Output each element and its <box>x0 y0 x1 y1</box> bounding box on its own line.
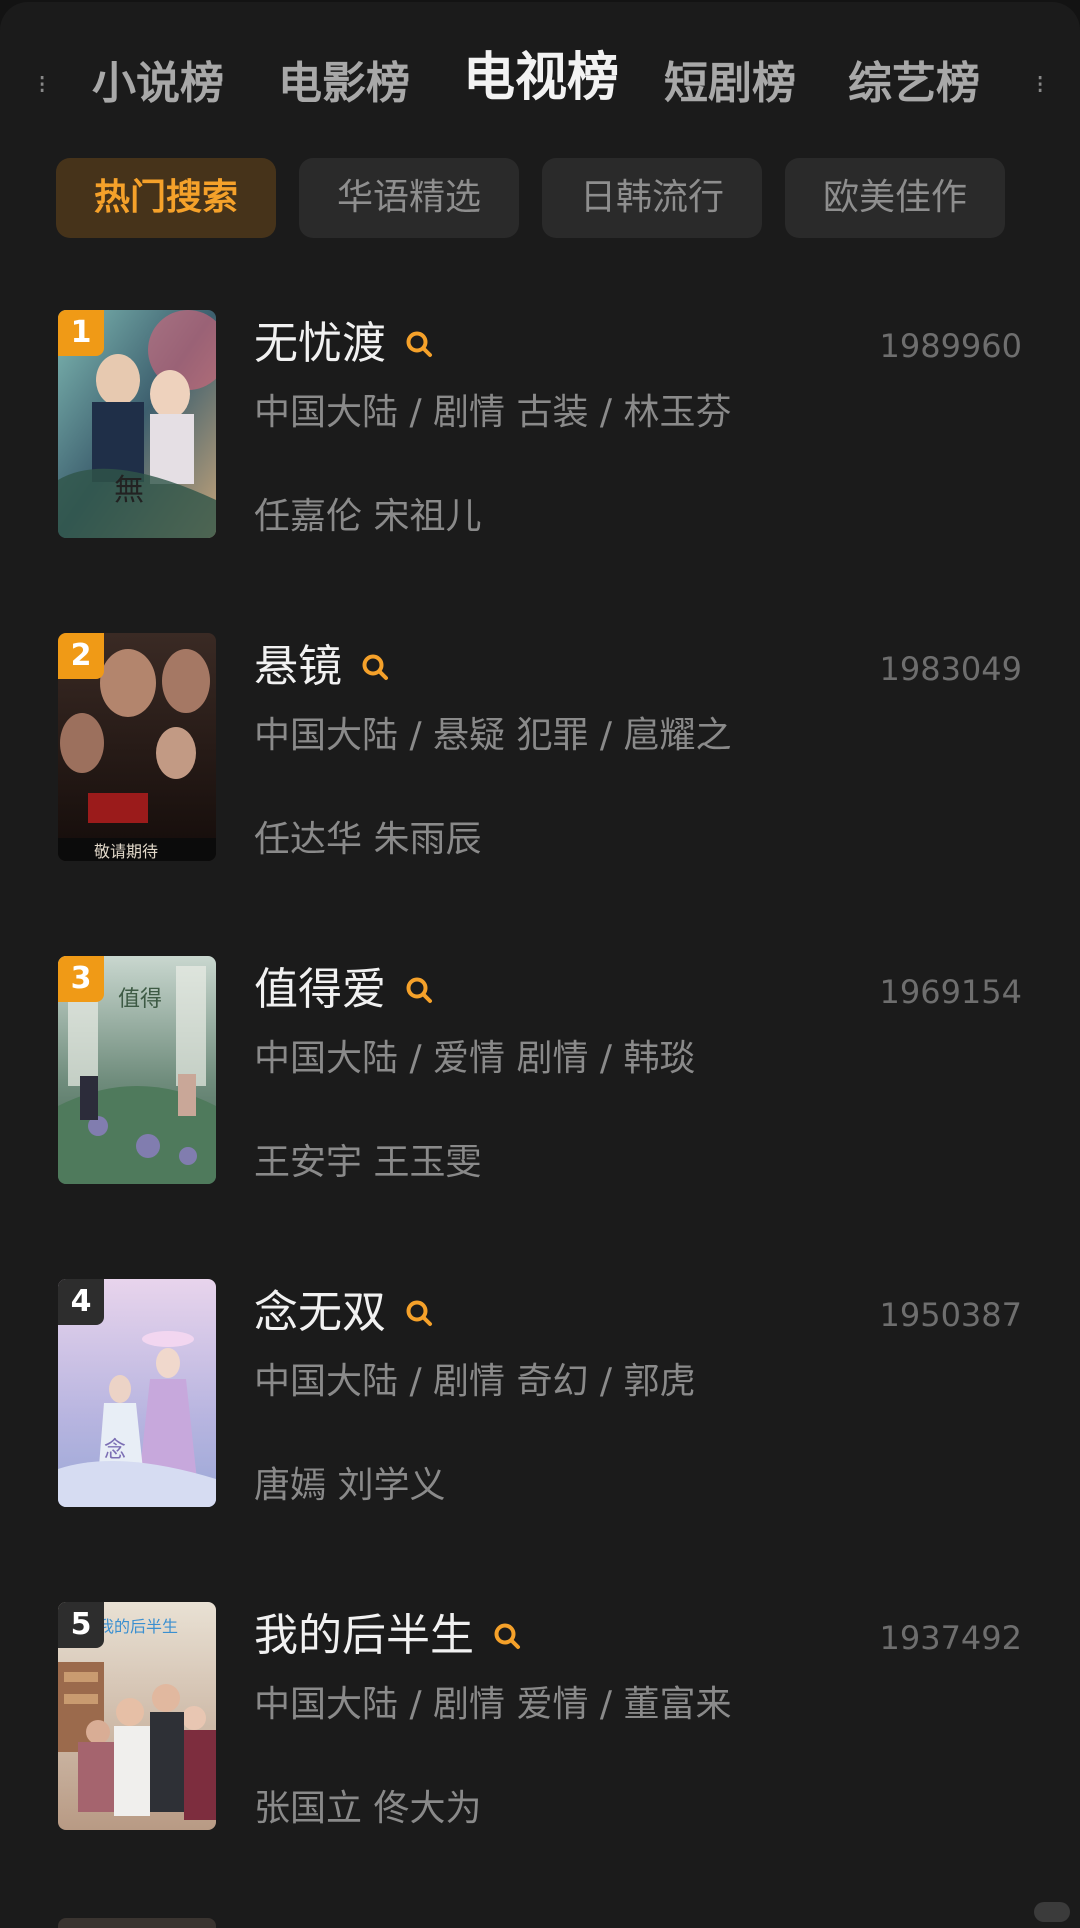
scroll-edge-right: ⁝ <box>1036 70 1045 100</box>
item-title[interactable]: 我的后半生 <box>254 1606 474 1666</box>
title-row: 悬镜 <box>254 637 390 697</box>
item-meta: 中国大陆 / 爱情 剧情 / 韩琰 <box>254 1038 696 1079</box>
poster-image[interactable]: 敬请期待 2 <box>58 633 216 861</box>
title-row: 念无双 <box>254 1283 434 1343</box>
filter-chips: 热门搜索 华语精选 日韩流行 欧美佳作 <box>0 158 1080 240</box>
poster-image[interactable]: 念 4 <box>58 1279 216 1507</box>
rank-badge: 2 <box>58 633 104 679</box>
tab-short-drama-ranking[interactable]: 短剧榜 <box>664 54 796 114</box>
title-row: 值得爱 <box>254 960 434 1020</box>
svg-text:無: 無 <box>114 473 144 508</box>
chip-hot-search[interactable]: 热门搜索 <box>56 158 276 238</box>
category-tabs: ⁝ 小说榜 电影榜 电视榜 短剧榜 综艺榜 ⁝ <box>0 42 1080 132</box>
svg-text:我的后半生: 我的后半生 <box>98 1617 178 1636</box>
tab-variety-ranking[interactable]: 综艺榜 <box>848 54 980 114</box>
list-item[interactable]: 敬请期待 2 悬镜 1983049 中国大陆 / 悬疑 犯罪 / 扈耀之 任达华… <box>0 633 1080 873</box>
item-cast: 王安宇 王玉雯 <box>254 1142 482 1183</box>
item-cast: 唐嫣 刘学义 <box>254 1465 446 1506</box>
search-score: 1989960 <box>879 327 1022 365</box>
search-icon[interactable] <box>404 329 434 359</box>
poster-image[interactable]: 無 1 <box>58 310 216 538</box>
search-score: 1969154 <box>879 973 1022 1011</box>
scroll-edge-left: ⁝ <box>38 70 47 100</box>
item-cast: 任嘉伦 宋祖儿 <box>254 496 482 537</box>
rank-badge: 3 <box>58 956 104 1002</box>
search-icon[interactable] <box>404 1298 434 1328</box>
item-cast: 张国立 佟大为 <box>254 1788 482 1829</box>
list-item[interactable]: 值得 3 值得爱 1969154 中国大陆 / 爱情 剧情 / 韩琰 王安宇 王… <box>0 956 1080 1196</box>
search-icon[interactable] <box>404 975 434 1005</box>
item-title[interactable]: 无忧渡 <box>254 314 386 374</box>
tab-movie-ranking[interactable]: 电影榜 <box>278 54 410 114</box>
chip-western-picks[interactable]: 欧美佳作 <box>785 158 1005 238</box>
svg-text:值得: 值得 <box>118 987 162 1012</box>
poster-image[interactable]: 我的后半生 5 <box>58 1602 216 1830</box>
item-title[interactable]: 悬镜 <box>254 637 342 697</box>
rank-badge: 1 <box>58 310 104 356</box>
search-icon[interactable] <box>492 1621 522 1651</box>
item-title[interactable]: 念无双 <box>254 1283 386 1343</box>
search-score: 1950387 <box>879 1296 1022 1334</box>
title-row: 我的后半生 <box>254 1606 522 1666</box>
item-meta: 中国大陆 / 剧情 爱情 / 董富来 <box>254 1684 732 1725</box>
item-meta: 中国大陆 / 剧情 古装 / 林玉芬 <box>254 392 732 433</box>
ranking-panel: ⁝ 小说榜 电影榜 电视榜 短剧榜 综艺榜 ⁝ 热门搜索 华语精选 日韩流行 欧… <box>0 2 1080 1928</box>
search-score: 1937492 <box>879 1619 1022 1657</box>
search-icon[interactable] <box>360 652 390 682</box>
item-meta: 中国大陆 / 剧情 奇幻 / 郭虎 <box>254 1361 696 1402</box>
list-item[interactable]: 我的后半生 5 我的后半生 1937492 中国大陆 / 剧情 爱情 / 董富来… <box>0 1602 1080 1842</box>
svg-text:念: 念 <box>104 1438 126 1463</box>
item-title[interactable]: 值得爱 <box>254 960 386 1020</box>
list-item[interactable]: 念 4 念无双 1950387 中国大陆 / 剧情 奇幻 / 郭虎 唐嫣 刘学义 <box>0 1279 1080 1519</box>
item-cast: 任达华 朱雨辰 <box>254 819 482 860</box>
poster-image[interactable]: 值得 3 <box>58 956 216 1184</box>
rank-badge: 4 <box>58 1279 104 1325</box>
chip-chinese-picks[interactable]: 华语精选 <box>299 158 519 238</box>
item-meta: 中国大陆 / 悬疑 犯罪 / 扈耀之 <box>254 715 732 756</box>
next-item-poster-peek <box>58 1918 216 1928</box>
search-score: 1983049 <box>879 650 1022 688</box>
tab-tv-ranking[interactable]: 电视榜 <box>463 48 619 108</box>
rank-badge: 5 <box>58 1602 104 1648</box>
chip-jp-kr-popular[interactable]: 日韩流行 <box>542 158 762 238</box>
tab-novel-ranking[interactable]: 小说榜 <box>92 54 224 114</box>
title-row: 无忧渡 <box>254 314 434 374</box>
svg-text:敬请期待: 敬请期待 <box>94 842 158 861</box>
list-item[interactable]: 無 1 无忧渡 1989960 中国大陆 / 剧情 古装 / 林玉芬 任嘉伦 宋… <box>0 310 1080 550</box>
watermark-badge <box>1034 1902 1070 1922</box>
